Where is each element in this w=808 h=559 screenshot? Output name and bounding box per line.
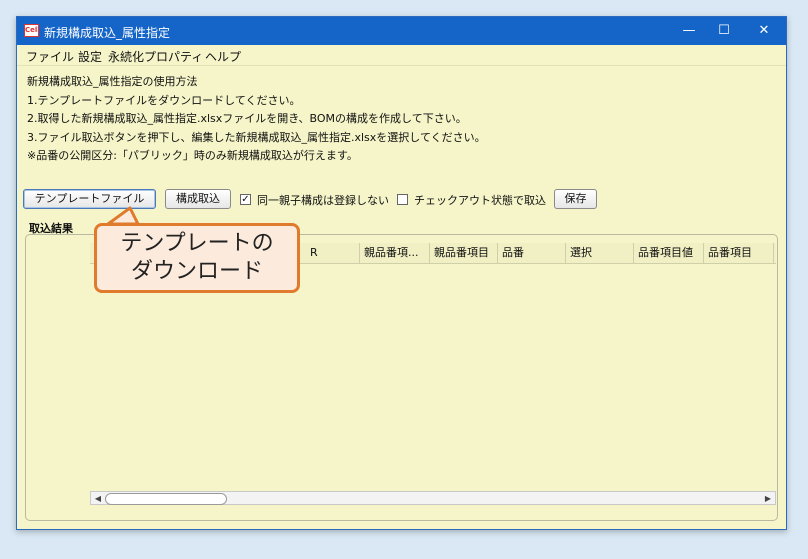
same-parent-checkbox[interactable]: ✓ <box>240 194 251 205</box>
app-icon: Cell <box>24 24 40 37</box>
checkout-state-checkbox-label: チェックアウト状態で取込 <box>414 194 546 207</box>
close-button[interactable]: ✕ <box>742 17 786 45</box>
title-bar[interactable]: Cell 新規構成取込_属性指定 — ☐ ✕ <box>17 17 786 45</box>
instruction-step-3: 3.ファイル取込ボタンを押下し、編集した新規構成取込_属性指定.xlsxを選択し… <box>27 130 486 144</box>
menu-settings[interactable]: 設定 <box>78 48 102 65</box>
save-button[interactable]: 保存 <box>554 189 597 209</box>
column-header[interactable]: 選択 <box>566 243 634 263</box>
menu-file[interactable]: ファイル <box>26 48 74 65</box>
same-parent-checkbox-label: 同一親子構成は登録しない <box>257 194 389 207</box>
menu-persistence-properties[interactable]: 永続化プロパティ <box>108 48 203 65</box>
menu-help[interactable]: ヘルプ <box>205 48 241 65</box>
download-template-callout: テンプレートの ダウンロード <box>94 223 300 293</box>
column-header[interactable]: 親品番項... <box>360 243 430 263</box>
callout-line-1: テンプレートの <box>120 231 274 256</box>
instruction-step-1: 1.テンプレートファイルをダウンロードしてください。 <box>27 93 301 107</box>
instruction-note: ※品番の公開区分:「パブリック」時のみ新規構成取込が行えます。 <box>27 149 358 162</box>
column-header[interactable]: 親品番項目 <box>430 243 498 263</box>
column-header[interactable]: 品番項目値 <box>634 243 704 263</box>
scroll-right-icon[interactable]: ▶ <box>762 493 774 504</box>
menu-bar: ファイル 設定 永続化プロパティ ヘルプ <box>17 45 786 66</box>
scroll-left-icon[interactable]: ◀ <box>92 493 104 504</box>
window-title: 新規構成取込_属性指定 <box>44 26 171 40</box>
checkout-state-checkbox[interactable] <box>397 194 408 205</box>
instructions-heading: 新規構成取込_属性指定の使用方法 <box>27 75 198 88</box>
instruction-step-2: 2.取得した新規構成取込_属性指定.xlsxファイルを開き、BOMの構成を作成し… <box>27 112 467 125</box>
horizontal-scrollbar[interactable]: ◀ ▶ <box>90 491 776 505</box>
callout-line-2: ダウンロード <box>130 259 263 284</box>
usage-instructions: 新規構成取込_属性指定の使用方法 1.テンプレートファイルをダウンロードしてくだ… <box>27 73 486 166</box>
scrollbar-thumb[interactable] <box>105 493 227 505</box>
template-file-button[interactable]: テンプレートファイル <box>23 189 156 209</box>
column-header[interactable]: 品番項目 <box>704 243 774 263</box>
import-structure-button[interactable]: 構成取込 <box>165 189 231 209</box>
column-header[interactable]: 品番 <box>498 243 566 263</box>
maximize-button[interactable]: ☐ <box>702 17 746 45</box>
